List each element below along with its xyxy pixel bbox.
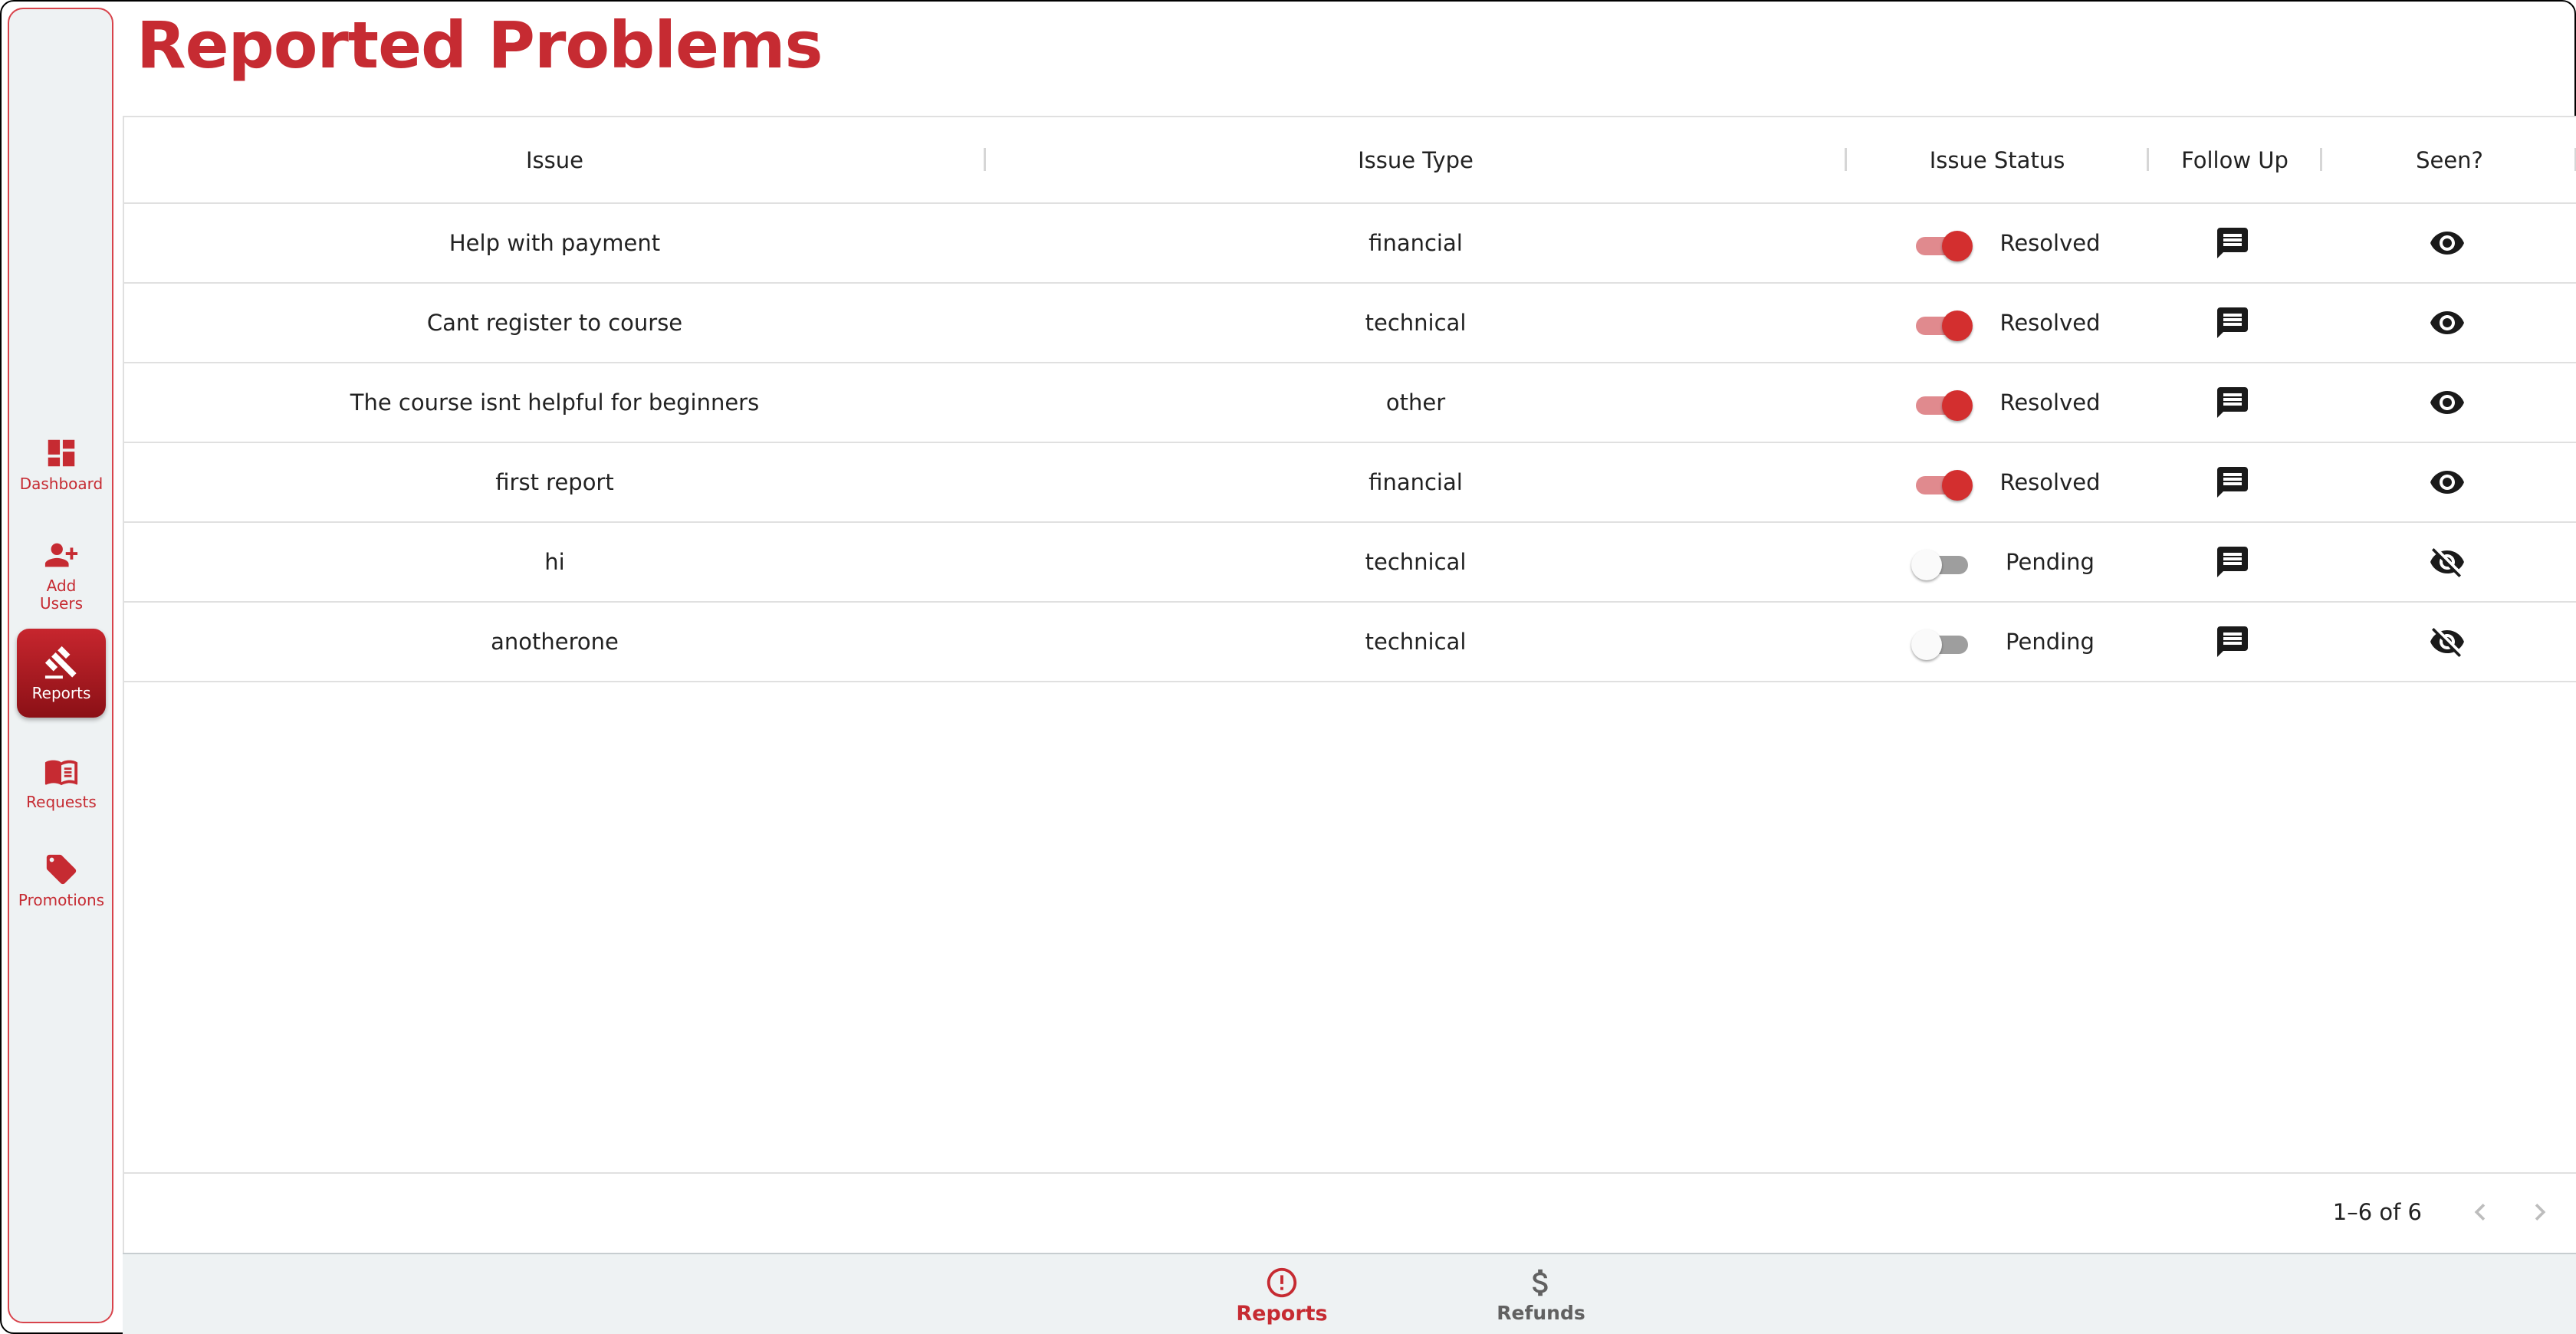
page-title: Reported Problems xyxy=(136,8,823,83)
issue-cell: Help with payment xyxy=(449,230,661,256)
sidebar-item-label: Dashboard xyxy=(19,474,104,493)
comment-icon xyxy=(2217,626,2248,657)
table-row[interactable]: anotherone technical Pending xyxy=(124,603,2576,682)
issue-cell: anotherone xyxy=(491,629,619,655)
issue-type-cell: financial xyxy=(1368,469,1463,495)
bottom-nav-refunds[interactable]: Refunds xyxy=(1476,1265,1606,1324)
table-row[interactable]: hi technical Pending xyxy=(124,523,2576,603)
column-header-seen[interactable]: Seen? xyxy=(2321,117,2576,204)
table-row[interactable]: The course isnt helpful for beginners oth… xyxy=(124,363,2576,443)
status-toggle[interactable] xyxy=(1911,547,1973,580)
table-row[interactable]: first report financial Resolved xyxy=(124,443,2576,523)
eye-off-icon xyxy=(2430,628,2464,657)
chevron-right-icon xyxy=(2535,1204,2546,1221)
comment-icon xyxy=(2217,467,2248,498)
pagination-bar: 1–6 of 6 xyxy=(124,1172,2576,1254)
status-label: Resolved xyxy=(1999,469,2101,495)
follow-up-button[interactable] xyxy=(2148,363,2317,442)
follow-up-button[interactable] xyxy=(2148,204,2317,282)
alert-circle-icon xyxy=(1267,1267,1297,1298)
eye-icon xyxy=(2430,311,2464,334)
comment-icon xyxy=(2217,307,2248,338)
status-toggle[interactable] xyxy=(1911,308,1973,341)
seen-toggle-button[interactable] xyxy=(2321,284,2573,362)
follow-up-button[interactable] xyxy=(2148,523,2317,601)
follow-up-button[interactable] xyxy=(2148,443,2317,521)
issue-type-cell: other xyxy=(1385,389,1446,416)
sidebar: Dashboard Add Users Reports Requests Pro… xyxy=(8,8,113,1323)
seen-toggle-button[interactable] xyxy=(2321,363,2573,442)
sidebar-item-label: Promotions xyxy=(18,890,105,909)
comment-icon xyxy=(2217,547,2248,577)
table-row[interactable]: Help with payment financial Resolved xyxy=(124,204,2576,284)
dashboard-icon xyxy=(48,439,75,466)
eye-icon xyxy=(2430,391,2464,414)
eye-off-icon xyxy=(2430,548,2464,577)
book-icon xyxy=(44,760,78,785)
issue-type-cell: technical xyxy=(1365,629,1467,655)
seen-toggle-button[interactable] xyxy=(2321,523,2573,601)
previous-page-button[interactable] xyxy=(2463,1195,2497,1229)
bottom-nav-label: Refunds xyxy=(1497,1302,1585,1324)
issue-type-cell: financial xyxy=(1368,230,1463,256)
sidebar-item-requests[interactable]: Requests xyxy=(17,745,106,819)
bottom-nav-label: Reports xyxy=(1236,1302,1328,1326)
status-label: Resolved xyxy=(1999,310,2101,336)
sidebar-item-dashboard[interactable]: Dashboard xyxy=(17,427,106,501)
status-label: Resolved xyxy=(1999,230,2101,256)
status-label: Pending xyxy=(2006,629,2095,655)
status-label: Resolved xyxy=(1999,389,2101,416)
follow-up-button[interactable] xyxy=(2148,603,2317,681)
issue-type-cell: technical xyxy=(1365,549,1467,575)
table-row[interactable]: Cant register to course technical Resolved xyxy=(124,284,2576,363)
sidebar-item-label: Add Users xyxy=(39,577,83,613)
column-header-issue-status[interactable]: Issue Status xyxy=(1846,117,2148,204)
issue-cell: The course isnt helpful for beginners xyxy=(350,389,760,416)
sidebar-item-promotions[interactable]: Promotions xyxy=(17,843,106,917)
add-user-icon xyxy=(44,543,78,567)
status-toggle[interactable] xyxy=(1911,388,1973,421)
issue-type-cell: technical xyxy=(1365,310,1467,336)
pagination-range: 1–6 of 6 xyxy=(2332,1199,2422,1225)
chevron-left-icon xyxy=(2474,1204,2486,1221)
status-toggle[interactable] xyxy=(1911,627,1973,660)
gavel-icon xyxy=(44,646,77,678)
seen-toggle-button[interactable] xyxy=(2321,603,2573,681)
seen-toggle-button[interactable] xyxy=(2321,443,2573,521)
seen-toggle-button[interactable] xyxy=(2321,204,2573,282)
issue-cell: first report xyxy=(495,469,614,495)
next-page-button[interactable] xyxy=(2523,1195,2557,1229)
status-toggle[interactable] xyxy=(1911,228,1973,261)
reports-table: Issue Issue Type Issue Status Follow Up … xyxy=(123,116,2576,1254)
comment-icon xyxy=(2217,228,2248,258)
column-header-follow-up[interactable]: Follow Up xyxy=(2148,117,2321,204)
status-toggle[interactable] xyxy=(1911,468,1973,501)
sidebar-item-label: Requests xyxy=(26,792,97,811)
issue-cell: hi xyxy=(544,549,565,575)
bottom-navigation: Reports Refunds xyxy=(123,1253,2576,1334)
status-label: Pending xyxy=(2006,549,2095,575)
column-header-issue[interactable]: Issue xyxy=(124,117,985,204)
dollar-icon xyxy=(1533,1269,1548,1296)
issue-cell: Cant register to course xyxy=(426,310,683,336)
eye-icon xyxy=(2430,471,2464,494)
comment-icon xyxy=(2217,387,2248,418)
eye-icon xyxy=(2430,232,2464,255)
sidebar-item-reports[interactable]: Reports xyxy=(17,629,106,718)
follow-up-button[interactable] xyxy=(2148,284,2317,362)
column-header-issue-type[interactable]: Issue Type xyxy=(985,117,1846,204)
bottom-nav-reports[interactable]: Reports xyxy=(1217,1265,1347,1326)
tag-icon xyxy=(46,854,77,884)
sidebar-item-add-users[interactable]: Add Users xyxy=(17,531,106,619)
sidebar-item-label: Reports xyxy=(31,683,91,702)
